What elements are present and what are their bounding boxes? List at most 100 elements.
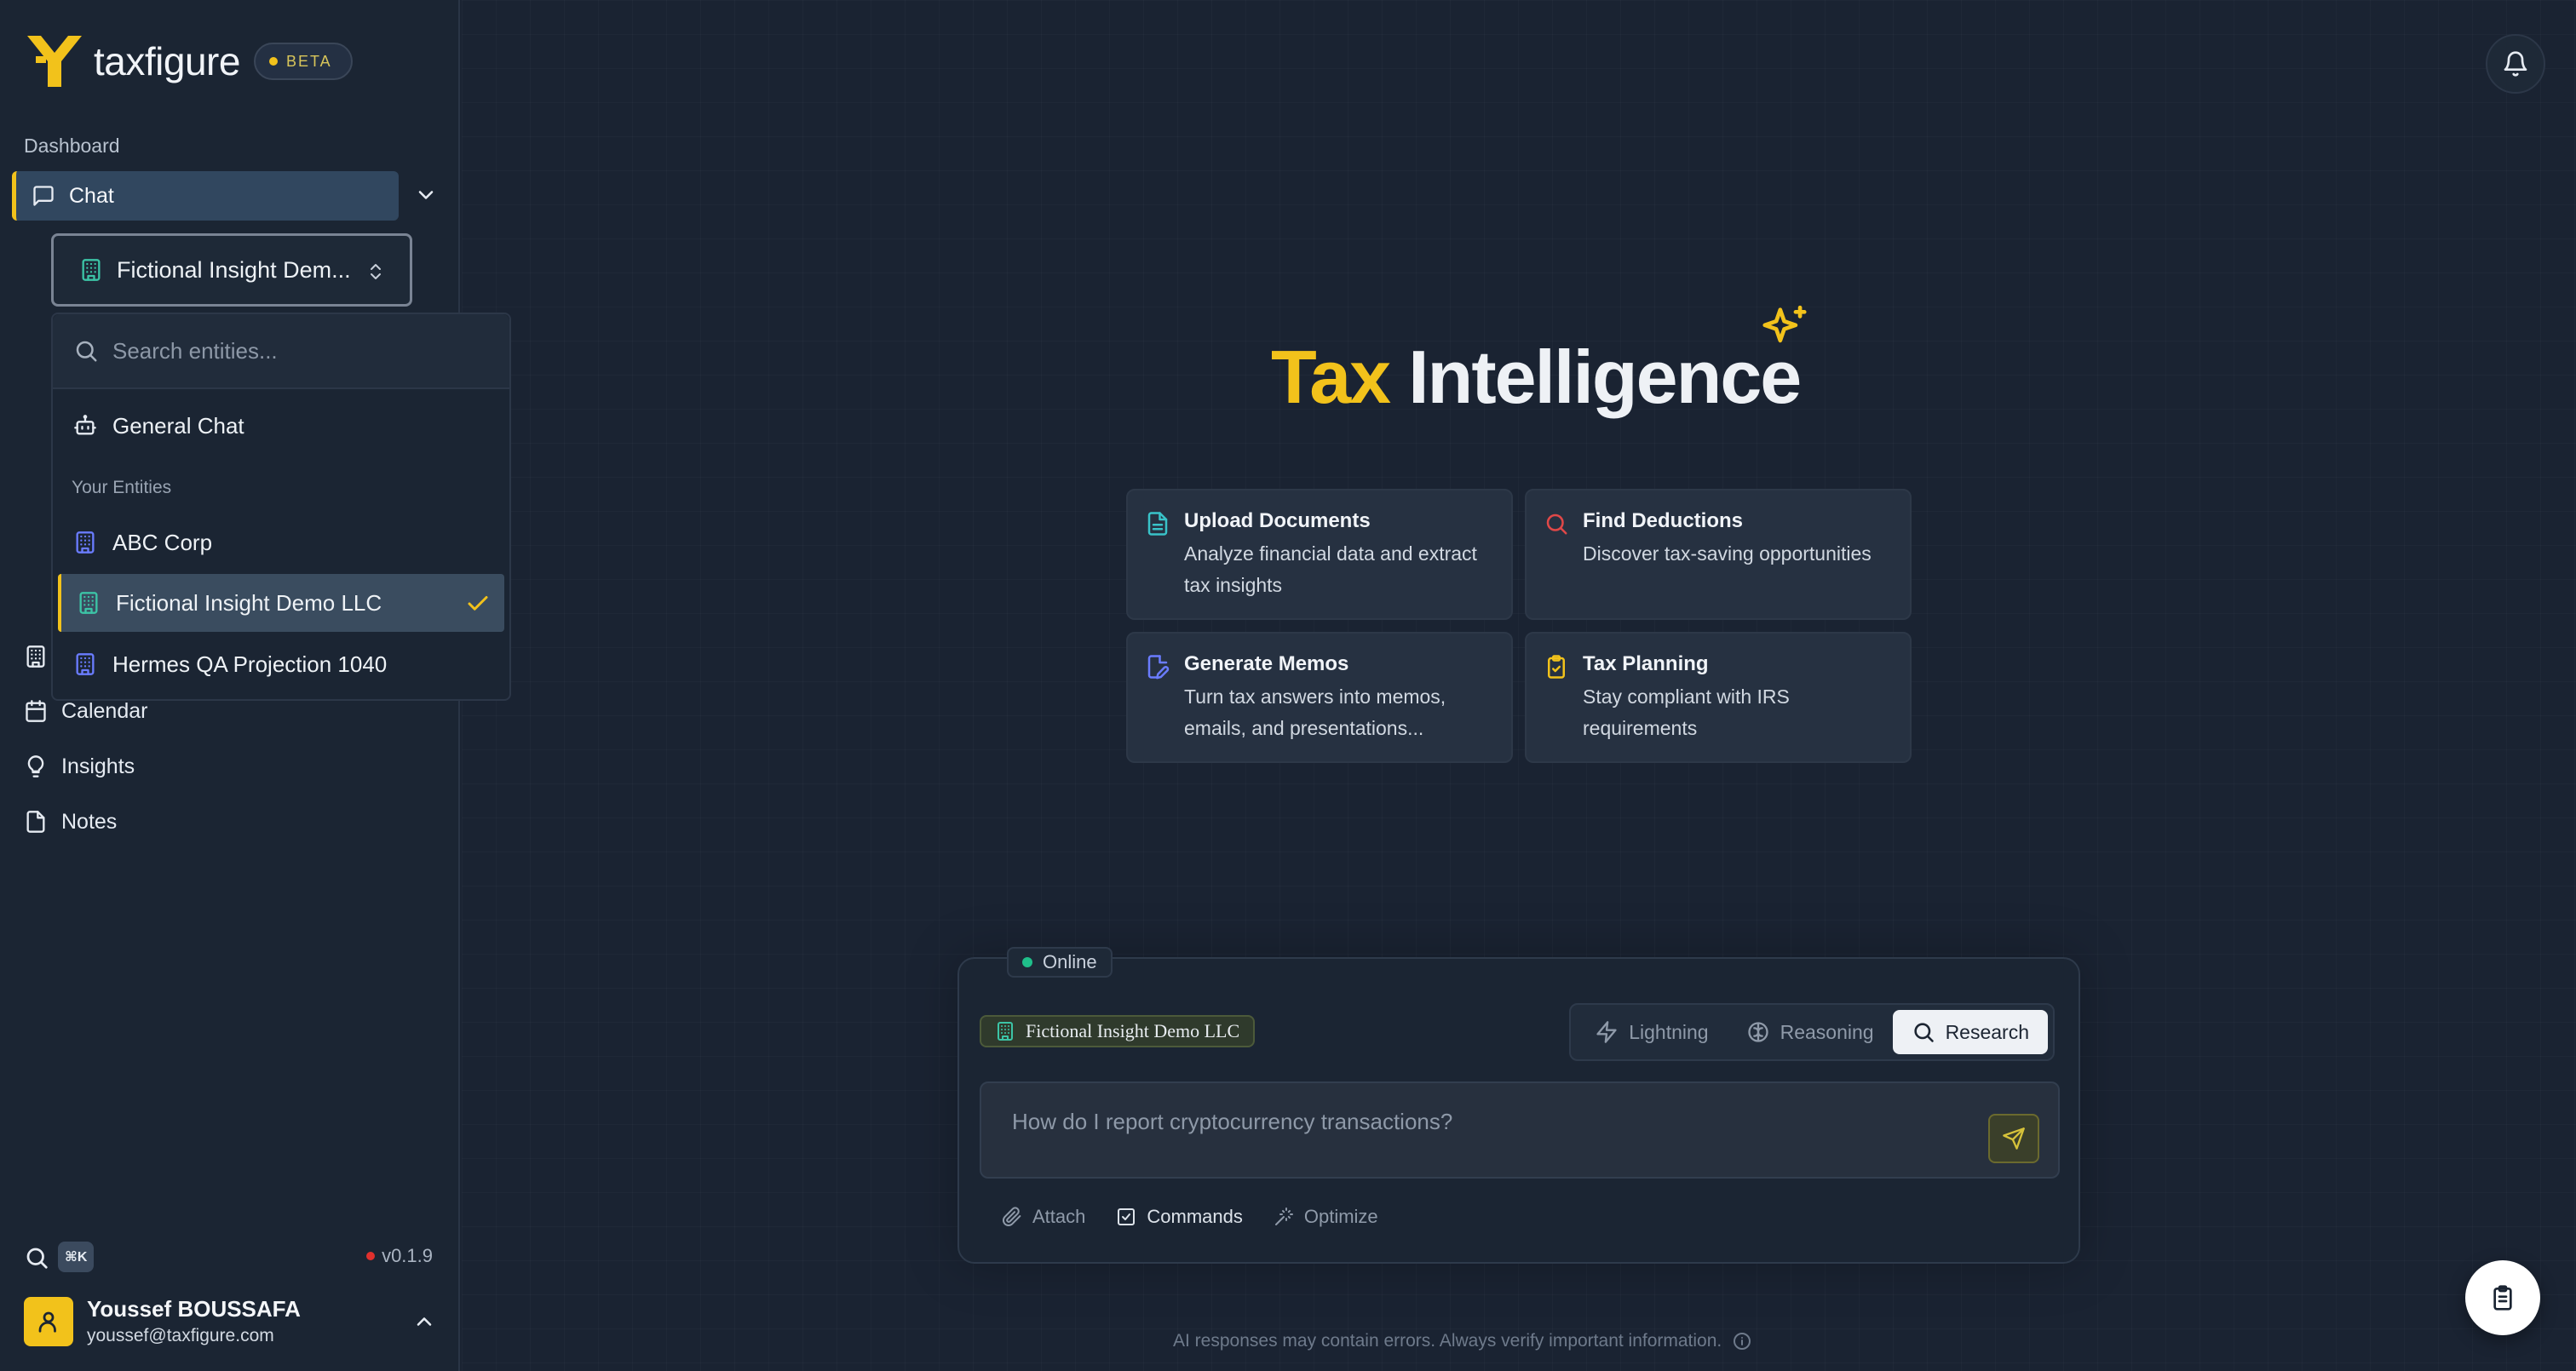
card-description: Turn tax answers into memos, emails, and… <box>1184 686 1446 739</box>
sidebar-item-chat-label: Chat <box>69 183 114 208</box>
message-input[interactable] <box>1012 1109 1949 1160</box>
sidebar-item-notes[interactable]: Notes <box>24 800 117 843</box>
notifications-button[interactable] <box>2486 34 2545 94</box>
building-icon <box>76 653 95 675</box>
dropdown-item-general-chat[interactable]: General Chat <box>58 397 504 455</box>
beta-label: BETA <box>285 52 332 70</box>
entity-select-value: Fictional Insight Dem... <box>117 256 351 283</box>
search-icon <box>1913 1023 1934 1042</box>
dropdown-item-abc-corp-label: ABC Corp <box>112 529 213 555</box>
clipboard-list-icon <box>2493 1285 2512 1311</box>
chevron-up-icon[interactable] <box>412 1310 436 1334</box>
sidebar-item-notes-label: Notes <box>61 809 118 834</box>
app-root: taxfigure BETA Dashboard Chat Fictional … <box>0 0 2576 1371</box>
info-icon[interactable] <box>1732 1331 1752 1351</box>
document-icon <box>1147 512 1168 536</box>
file-icon <box>26 811 45 833</box>
card-title: Tax Planning <box>1583 652 1709 675</box>
card-description: Analyze financial data and extract tax i… <box>1184 542 1477 596</box>
chevrons-up-down-icon <box>371 264 381 279</box>
building-icon <box>82 259 101 281</box>
sidebar-item-insights[interactable]: Insights <box>24 745 135 788</box>
chevron-down-icon[interactable] <box>414 183 438 207</box>
brand-name: taxfigure <box>94 39 240 83</box>
mode-reasoning-label: Reasoning <box>1780 1020 1874 1043</box>
card-upload-documents[interactable]: Upload Documents Analyze financial data … <box>1126 489 1513 620</box>
dropdown-item-abc-corp[interactable]: ABC Corp <box>58 513 504 571</box>
dropdown-item-general-chat-label: General Chat <box>112 412 244 439</box>
entity-search <box>53 314 509 389</box>
clipboard-check-icon <box>1548 655 1565 679</box>
card-find-deductions[interactable]: Find Deductions Discover tax-saving oppo… <box>1525 489 1912 620</box>
card-description: Stay compliant with IRS requirements <box>1583 686 1790 739</box>
optimize-label: Optimize <box>1303 1206 1378 1227</box>
card-generate-memos[interactable]: Generate Memos Turn tax answers into mem… <box>1126 632 1513 763</box>
card-title: Generate Memos <box>1184 652 1349 675</box>
entity-select[interactable]: Fictional Insight Dem... <box>51 233 412 307</box>
selected-entity-label: Fictional Insight Demo LLC <box>1026 1020 1240 1041</box>
user-name: Youssef BOUSSAFA <box>87 1296 301 1322</box>
clipboard-fab-button[interactable] <box>2465 1260 2540 1335</box>
beta-badge: BETA <box>253 43 353 80</box>
search-icon <box>1546 513 1567 535</box>
attach-button[interactable]: Attach <box>1002 1206 1085 1228</box>
chat-composer: Online Fictional Insight Demo LLC Lightn… <box>957 947 2080 1264</box>
entity-dropdown: General Chat Your Entities ABC Corp Fict… <box>51 313 511 701</box>
sidebar-item-chat[interactable]: Chat <box>12 171 399 221</box>
user-info: Youssef BOUSSAFA youssef@taxfigure.com <box>87 1296 301 1346</box>
mode-lightning-button[interactable]: Lightning <box>1576 1010 1727 1054</box>
hero-title-intelligence: Intelligence <box>1408 335 1802 419</box>
card-title: Upload Documents <box>1184 509 1371 532</box>
card-title: Find Deductions <box>1583 509 1743 532</box>
user-email: youssef@taxfigure.com <box>87 1326 274 1345</box>
online-dot-icon <box>1022 957 1032 967</box>
message-input-box <box>980 1081 2060 1179</box>
zap-icon <box>1596 1021 1617 1043</box>
sidebar-item-insights-label: Insights <box>61 754 135 778</box>
commands-button[interactable]: Commands <box>1116 1206 1243 1228</box>
search-icon <box>76 341 97 362</box>
building-icon <box>26 645 45 668</box>
user-profile[interactable]: Youssef BOUSSAFA youssef@taxfigure.com <box>24 1296 301 1346</box>
dropdown-item-fictional-insight[interactable]: Fictional Insight Demo LLC <box>58 574 504 632</box>
hero-title-tax: Tax <box>1271 335 1391 419</box>
status-dot-icon <box>366 1252 376 1260</box>
online-status-label: Online <box>1043 951 1097 972</box>
selected-entity-chip[interactable]: Fictional Insight Demo LLC <box>980 1015 1256 1047</box>
send-button[interactable] <box>1988 1114 2039 1163</box>
version-label: v0.1.9 <box>382 1245 433 1266</box>
bell-icon <box>2504 51 2527 77</box>
building-icon <box>76 531 95 554</box>
section-label-dashboard: Dashboard <box>24 135 120 157</box>
optimize-button[interactable]: Optimize <box>1274 1206 1378 1228</box>
card-description: Discover tax-saving opportunities <box>1583 542 1872 565</box>
taxfigure-logo-icon <box>27 36 82 87</box>
brand-logo[interactable]: taxfigure BETA <box>24 32 353 90</box>
ai-disclaimer-text: AI responses may contain errors. Always … <box>1173 1331 1722 1351</box>
mode-research-button[interactable]: Research <box>1892 1010 2048 1054</box>
dropdown-item-hermes-qa-label: Hermes QA Projection 1040 <box>112 651 388 677</box>
sparkles-icon <box>1762 305 1807 343</box>
mode-lightning-label: Lightning <box>1629 1020 1709 1043</box>
lightbulb-icon <box>27 755 44 777</box>
attach-label: Attach <box>1032 1206 1086 1227</box>
entity-search-input[interactable] <box>112 337 470 364</box>
dropdown-item-hermes-qa[interactable]: Hermes QA Projection 1040 <box>58 635 504 693</box>
version-indicator: v0.1.9 <box>366 1245 433 1267</box>
card-tax-planning[interactable]: Tax Planning Stay compliant with IRS req… <box>1525 632 1912 763</box>
hero-title: Tax Intelligence <box>1271 334 1802 427</box>
calendar-icon <box>26 700 46 722</box>
commands-label: Commands <box>1147 1206 1243 1227</box>
building-icon <box>998 1022 1013 1041</box>
user-icon <box>38 1311 56 1333</box>
search-icon[interactable] <box>24 1245 49 1271</box>
sidebar-item-calendar-label: Calendar <box>61 698 148 723</box>
mode-reasoning-button[interactable]: Reasoning <box>1728 1010 1893 1054</box>
mode-research-label: Research <box>1945 1020 2029 1043</box>
brain-icon <box>1747 1022 1768 1042</box>
ai-disclaimer: AI responses may contain errors. Always … <box>1173 1331 1752 1351</box>
search-shortcut-badge: ⌘K <box>58 1242 95 1272</box>
paperclip-icon <box>1003 1207 1021 1226</box>
message-square-icon <box>33 186 54 206</box>
dropdown-item-fictional-insight-label: Fictional Insight Demo LLC <box>116 589 382 616</box>
